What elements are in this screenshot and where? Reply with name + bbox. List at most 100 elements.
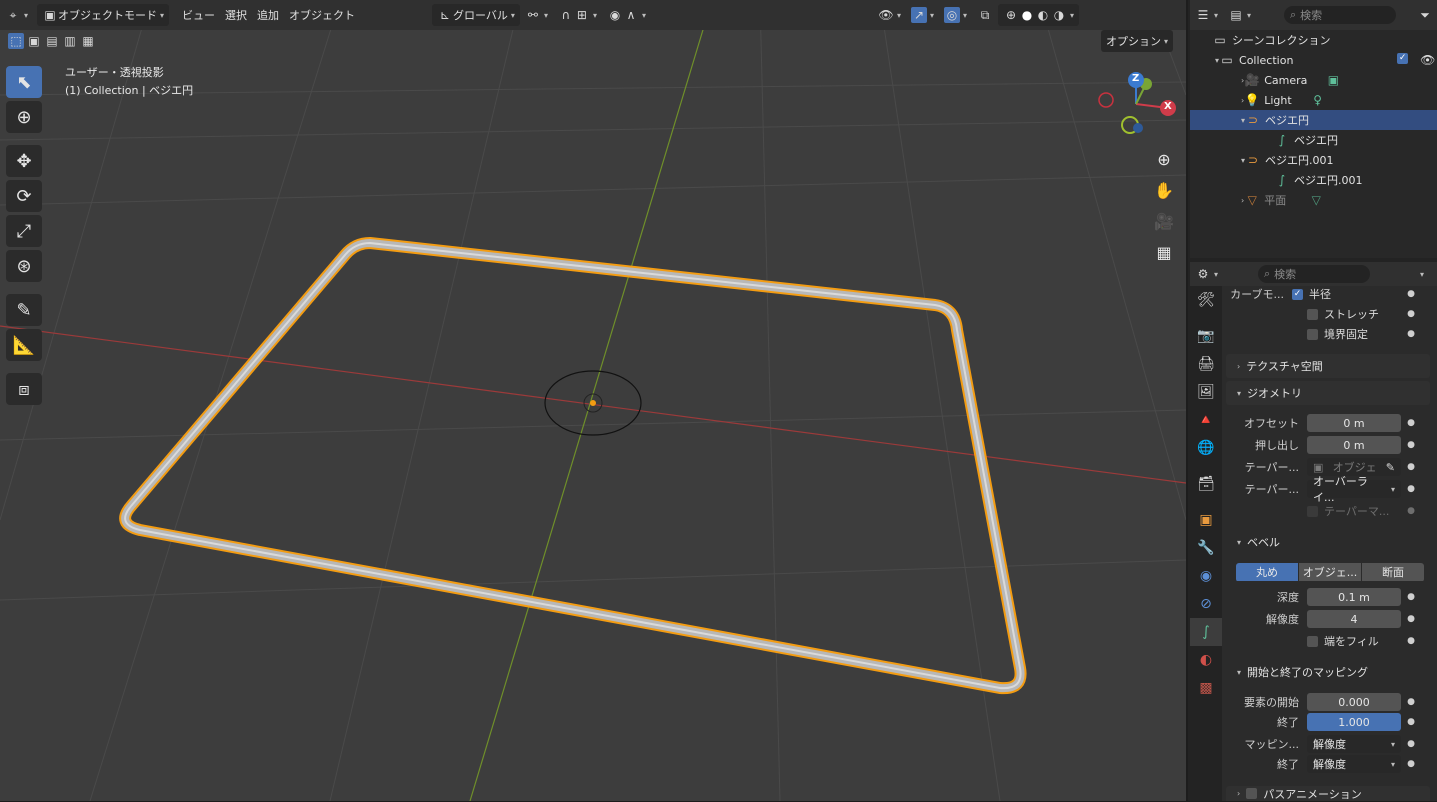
orientation-dropdown[interactable]: ⊾ グローバル ▾: [432, 4, 520, 26]
scale-tool[interactable]: ⤢: [6, 215, 42, 247]
end-field[interactable]: 1.000: [1307, 713, 1401, 731]
outliner-row-camera[interactable]: ›🎥Camera ▣ 👁◙: [1190, 70, 1437, 90]
stretch-checkbox[interactable]: [1307, 308, 1318, 320]
display-mode-button[interactable]: ▤ ▾: [1223, 4, 1256, 26]
filter-button[interactable]: ⏷: [1412, 4, 1437, 26]
mapping-dropdown[interactable]: 解像度 ▾: [1307, 735, 1401, 753]
camera-data-icon[interactable]: ▣: [1325, 72, 1341, 88]
texture-space-panel-header[interactable]: › テクスチャ空間: [1226, 354, 1430, 378]
outliner-row-bezier-001[interactable]: ▾⊃ベジエ円.001 👁◙: [1190, 150, 1437, 170]
mapping-subpanel-header[interactable]: ▾ 開始と終了のマッピング: [1234, 662, 1368, 682]
tab-render[interactable]: 📷: [1190, 322, 1222, 350]
bevel-profile-tab[interactable]: 断面: [1362, 563, 1424, 581]
exclude-checkbox[interactable]: ✓: [1397, 53, 1409, 64]
outliner-editor-type[interactable]: ☰ ▾: [1190, 4, 1223, 26]
annotate-tool[interactable]: ✎: [6, 294, 42, 326]
menu-object[interactable]: オブジェクト: [284, 4, 360, 26]
light-data-icon[interactable]: ♀: [1310, 92, 1326, 108]
tab-view-layer[interactable]: 🖼: [1190, 378, 1222, 406]
visibility-button[interactable]: 👁 ▾: [873, 4, 906, 26]
solid-shading-icon[interactable]: ●: [1019, 7, 1035, 23]
transform-tool[interactable]: ⊛: [6, 250, 42, 282]
tab-output[interactable]: 🖨: [1190, 350, 1222, 378]
taper-map-checkbox[interactable]: [1307, 505, 1318, 517]
select-intersect-icon[interactable]: ▦: [80, 33, 96, 49]
outliner-row-bezier-data[interactable]: ∫ ベジエ円: [1190, 130, 1437, 150]
path-anim-checkbox[interactable]: [1246, 788, 1258, 799]
path-anim-panel-header[interactable]: › パスアニメーション: [1226, 786, 1430, 801]
pan-button[interactable]: ✋: [1150, 176, 1178, 204]
extrude-field[interactable]: 0 m: [1307, 436, 1401, 454]
xray-toggle[interactable]: ⧉: [972, 4, 998, 26]
properties-editor-type[interactable]: ⚙ ▾: [1190, 263, 1223, 285]
tab-physics[interactable]: ◉: [1190, 562, 1222, 590]
geometry-panel-header[interactable]: ▾ ジオメトリ: [1226, 381, 1430, 405]
wireframe-shading-icon[interactable]: ⊕: [1003, 7, 1019, 23]
measure-tool[interactable]: 📐: [6, 329, 42, 361]
tab-object[interactable]: ▣: [1190, 506, 1222, 534]
pivot-button[interactable]: ⚯ ▾: [520, 4, 553, 26]
bevel-subpanel-header[interactable]: ▾ ベベル: [1234, 532, 1280, 552]
camera-view-button[interactable]: 🎥: [1150, 207, 1178, 235]
add-cube-tool[interactable]: ⧈: [6, 373, 42, 405]
eyedropper-icon[interactable]: ✎: [1386, 461, 1395, 474]
tab-collection[interactable]: 🗃: [1190, 470, 1222, 498]
mode-dropdown[interactable]: ▣ オブジェクトモード ▾: [37, 4, 170, 26]
gizmo-toggle[interactable]: ↗ ▾: [906, 4, 939, 26]
bounds-clamp-checkbox[interactable]: [1307, 328, 1318, 340]
tab-world[interactable]: 🌐: [1190, 434, 1222, 462]
material-shading-icon[interactable]: ◐: [1035, 7, 1051, 23]
rendered-shading-icon[interactable]: ◑: [1051, 7, 1067, 23]
outliner-row-light[interactable]: ›💡Light ♀ 👁◙: [1190, 90, 1437, 110]
tab-constraints[interactable]: ⊘: [1190, 590, 1222, 618]
tab-material[interactable]: ◐: [1190, 646, 1222, 674]
select-box-tool[interactable]: ⬉: [6, 66, 42, 98]
options-dropdown[interactable]: オプション ▾: [1101, 30, 1174, 52]
radius-checkbox[interactable]: ✓: [1292, 288, 1303, 300]
select-invert-icon[interactable]: ▥: [62, 33, 78, 49]
tab-texture[interactable]: ▩: [1190, 674, 1222, 702]
tab-data[interactable]: ∫: [1190, 618, 1222, 646]
overlay-toggle[interactable]: ◎ ▾: [939, 4, 972, 26]
select-subtract-icon[interactable]: ▤: [44, 33, 60, 49]
tab-modifiers[interactable]: 🔧: [1190, 534, 1222, 562]
mesh-data-icon[interactable]: ▽: [1308, 192, 1324, 208]
navigation-gizmo[interactable]: Z X: [1094, 70, 1178, 140]
menu-select[interactable]: 選択: [220, 4, 252, 26]
snap-toggle[interactable]: ∩ ⊞ ▾: [553, 4, 602, 26]
start-field[interactable]: 0.000: [1307, 693, 1401, 711]
outliner-row-plane[interactable]: ›▽平面 ▽ ◡◙: [1190, 190, 1437, 210]
shading-buttons[interactable]: ⊕ ● ◐ ◑ ▾: [998, 4, 1080, 26]
move-tool[interactable]: ✥: [6, 145, 42, 177]
eye-icon[interactable]: 👁: [1420, 53, 1435, 67]
outliner-row-bezier-001-data[interactable]: ∫ ベジエ円.001: [1190, 170, 1437, 190]
select-extend-icon[interactable]: ▣: [26, 33, 42, 49]
zoom-button[interactable]: ⊕: [1150, 145, 1178, 173]
resolution-field[interactable]: 4: [1307, 610, 1401, 628]
scene-collection-row[interactable]: ▭ シーンコレクション: [1190, 30, 1437, 50]
properties-options-button[interactable]: ▾: [1412, 263, 1429, 285]
taper-mode-dropdown[interactable]: オーバーライ... ▾: [1307, 475, 1401, 504]
3d-viewport[interactable]: ⌖ ▾ ▣ オブジェクトモード ▾ ビュー 選択 追加 オブジェクト ⊾ グローバル…: [0, 0, 1186, 801]
outliner-row-collection[interactable]: ▾▭Collection ✓👁◙: [1190, 50, 1437, 70]
menu-add[interactable]: 追加: [252, 4, 284, 26]
viewport-canvas[interactable]: [0, 0, 1186, 801]
depth-field[interactable]: 0.1 m: [1307, 588, 1401, 606]
properties-search-input[interactable]: ⌕ 検索: [1258, 265, 1370, 283]
editor-type-button[interactable]: ⌖ ▾: [0, 4, 33, 26]
ortho-toggle-button[interactable]: ▦: [1150, 238, 1178, 266]
offset-field[interactable]: 0 m: [1307, 414, 1401, 432]
tab-tool[interactable]: 🛠: [1190, 286, 1222, 314]
bevel-round-tab[interactable]: 丸め: [1236, 563, 1298, 581]
bevel-object-tab[interactable]: オブジェ...: [1299, 563, 1361, 581]
proportional-toggle[interactable]: ◉ ∧ ▾: [602, 4, 651, 26]
menu-view[interactable]: ビュー: [177, 4, 220, 26]
select-new-icon[interactable]: ⬚: [8, 33, 24, 49]
rotate-tool[interactable]: ⟳: [6, 180, 42, 212]
outliner-search-input[interactable]: ⌕ 検索: [1284, 6, 1396, 24]
tab-scene[interactable]: 🔺: [1190, 406, 1222, 434]
fill-caps-checkbox[interactable]: [1307, 635, 1318, 647]
end-mapping-dropdown[interactable]: 解像度 ▾: [1307, 755, 1401, 773]
cursor-tool[interactable]: ⊕: [6, 101, 42, 133]
outliner-row-bezier[interactable]: ▾⊃ベジエ円 👁◙: [1190, 110, 1437, 130]
